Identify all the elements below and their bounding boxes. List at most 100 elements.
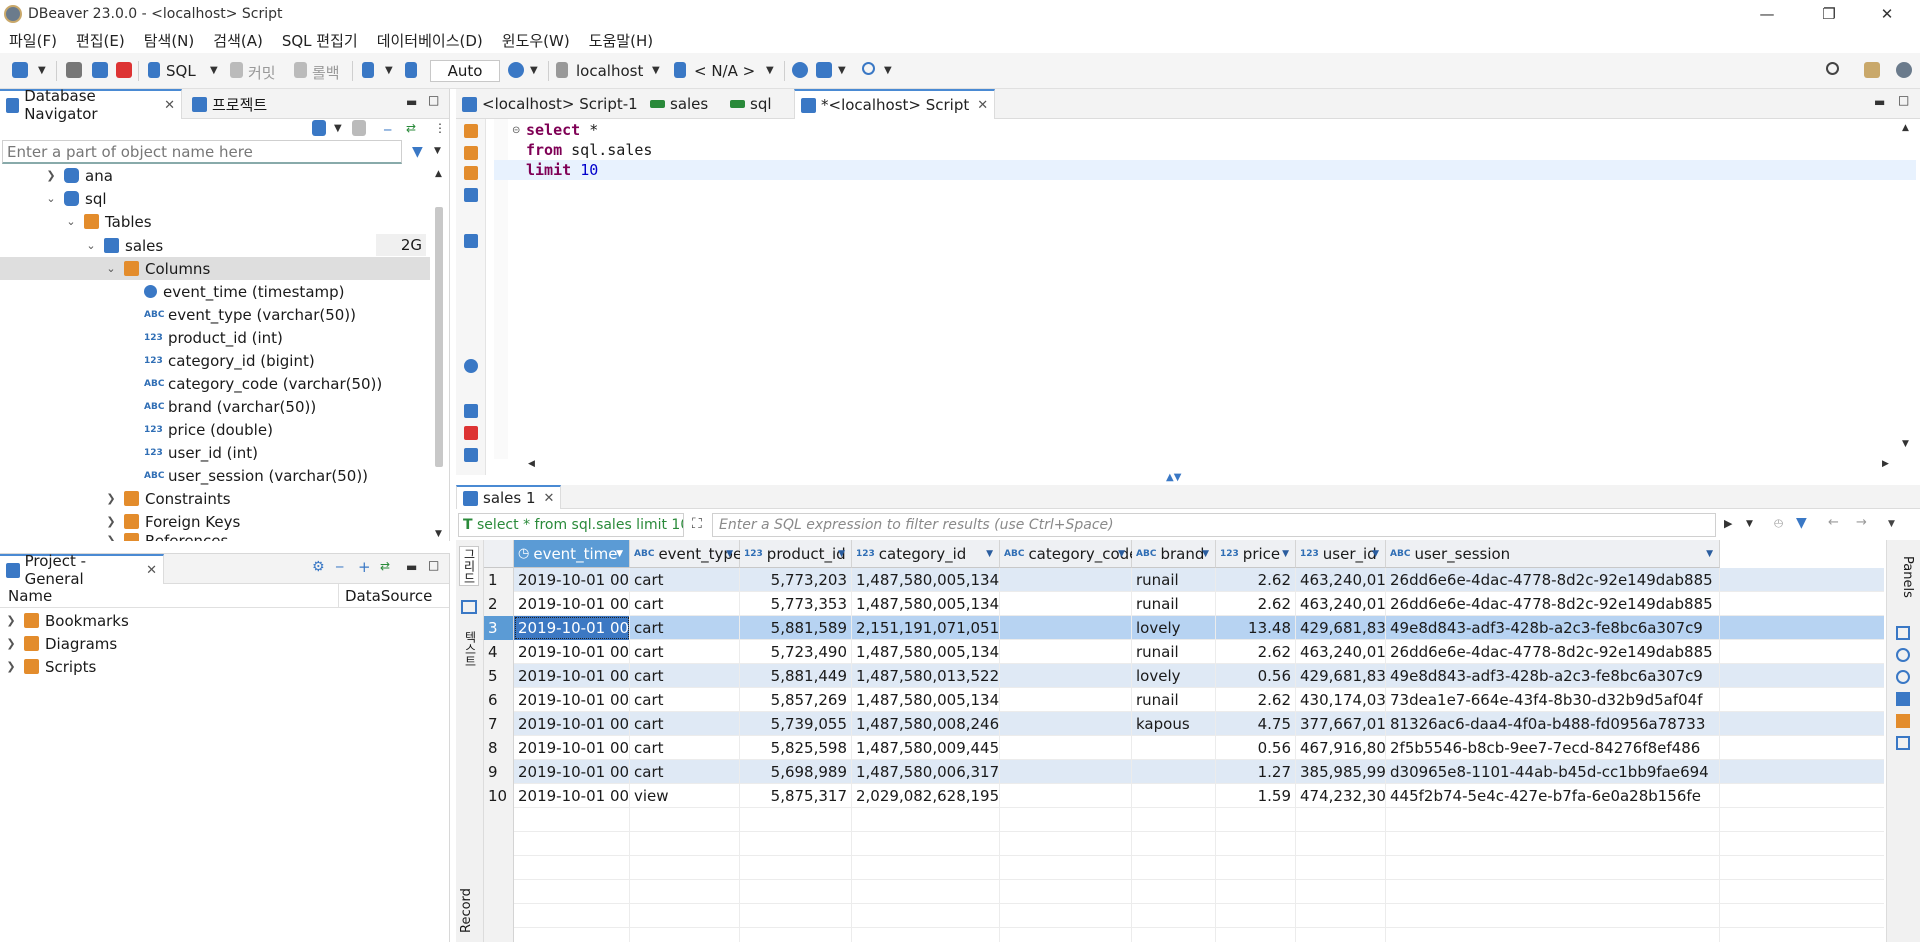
search-icon[interactable] — [862, 62, 875, 75]
tree-item-column[interactable]: ABC user_session (varchar(50)) — [144, 464, 368, 487]
cell-product-id[interactable] — [740, 928, 852, 942]
collapse-all-icon[interactable]: ─ — [384, 123, 391, 137]
scroll-down-icon[interactable]: ▼ — [435, 529, 442, 539]
cell-event-type[interactable] — [630, 856, 740, 880]
menu-database[interactable]: 데이터베이스(D) — [377, 30, 483, 51]
tree-item-column[interactable]: ABC brand (varchar(50)) — [144, 395, 316, 418]
maximize-panel-icon[interactable]: □ — [428, 93, 439, 107]
new-connection-icon[interactable] — [312, 120, 326, 136]
cell-category-id[interactable] — [852, 928, 1000, 942]
view-menu-icon[interactable]: ⋮ — [434, 121, 446, 135]
cell-user-session[interactable]: 81326ac6-daa4-4f0a-b488-fd0956a78733 — [1386, 712, 1720, 736]
cell-category-id[interactable]: 1,487,580,006,317,032,337 — [852, 760, 1000, 784]
cell-category-id[interactable] — [852, 808, 1000, 832]
cell-event-type[interactable]: cart — [630, 760, 740, 784]
cell-product-id[interactable]: 5,773,353 — [740, 592, 852, 616]
open-perspective-icon[interactable] — [1864, 62, 1880, 78]
tree-item-tables[interactable]: ⌄ Tables — [64, 210, 151, 233]
tab-results-sales-1[interactable]: sales 1 ✕ — [456, 485, 562, 509]
cell-category-id[interactable]: 2,151,191,071,051,219,817 — [852, 616, 1000, 640]
row-number[interactable]: 1 — [484, 568, 514, 592]
cell-price[interactable]: 2.62 — [1216, 592, 1296, 616]
global-search-icon[interactable] — [1826, 62, 1839, 75]
cell-brand[interactable] — [1132, 736, 1216, 760]
cell-category-code[interactable] — [1000, 640, 1132, 664]
row-number[interactable]: 7 — [484, 712, 514, 736]
text-view-button[interactable]: 텍스트 — [459, 624, 479, 674]
tree-item-columns[interactable]: ⌄ Columns — [104, 257, 210, 280]
tree-item-column[interactable]: 123 user_id (int) — [144, 441, 258, 464]
filter-expression-input[interactable]: Enter a SQL expression to filter results… — [712, 513, 1716, 537]
cell-price[interactable] — [1216, 880, 1296, 904]
sort-icon[interactable]: ▼ — [1202, 549, 1209, 559]
menu-search[interactable]: 검색(A) — [213, 30, 263, 51]
expand-icon[interactable]: ❯ — [104, 534, 118, 541]
cell-user-id[interactable]: 474,232,307 — [1296, 784, 1386, 808]
cell-event-type[interactable] — [630, 928, 740, 942]
cell-product-id[interactable]: 5,857,269 — [740, 688, 852, 712]
column-header-user-session[interactable]: ABC user_session ▼ — [1386, 540, 1720, 568]
expand-icon[interactable]: ❯ — [4, 660, 18, 673]
cell-product-id[interactable] — [740, 904, 852, 928]
column-header-user-id[interactable]: 123 user_id ▼ — [1296, 540, 1386, 568]
tree-item-foreign-keys[interactable]: ❯ Foreign Keys — [104, 510, 240, 533]
cell-user-session[interactable] — [1386, 856, 1720, 880]
value-panel-icon[interactable] — [1896, 692, 1910, 706]
sql-editor[interactable]: ⊝ select * from sql.sales limit 10 ▲ ▼ ◀… — [456, 119, 1920, 475]
cell-brand[interactable] — [1132, 784, 1216, 808]
column-header-name[interactable]: Name — [8, 587, 52, 605]
cell-event-time[interactable] — [514, 904, 630, 928]
cell-category-code[interactable] — [1000, 712, 1132, 736]
tree-item-bookmarks[interactable]: ❯ Bookmarks — [4, 609, 128, 632]
cell-product-id[interactable] — [740, 808, 852, 832]
cell-user-session[interactable]: 49e8d843-adf3-428b-a2c3-fe8bc6a307c9 — [1386, 664, 1720, 688]
execute-script-icon[interactable] — [464, 166, 478, 180]
export-icon[interactable] — [464, 404, 478, 418]
cell-event-type[interactable]: cart — [630, 712, 740, 736]
menu-navigate[interactable]: 탐색(N) — [144, 30, 195, 51]
splitter-toggle-icon[interactable]: ▲▼ — [1166, 472, 1181, 483]
cell-category-id[interactable]: 1,487,580,008,246,412,266 — [852, 712, 1000, 736]
cell-price[interactable]: 0.56 — [1216, 664, 1296, 688]
cell-category-id[interactable] — [852, 880, 1000, 904]
cell-product-id[interactable]: 5,825,598 — [740, 736, 852, 760]
expand-icon[interactable]: ❯ — [104, 515, 118, 528]
cell-event-type[interactable]: view — [630, 784, 740, 808]
tab-sales[interactable]: sales — [650, 89, 708, 119]
collapse-icon[interactable]: ⌄ — [64, 215, 78, 228]
cell-price[interactable]: 2.62 — [1216, 568, 1296, 592]
scroll-right-icon[interactable]: ▶ — [1882, 459, 1889, 469]
cell-category-id[interactable]: 1,487,580,013,522,845,895 — [852, 664, 1000, 688]
row-number[interactable]: 3 — [484, 616, 514, 640]
sort-icon[interactable]: ▼ — [1372, 549, 1379, 559]
cell-event-time[interactable] — [514, 856, 630, 880]
navigator-filter-input[interactable]: Enter a part of object name here — [2, 140, 402, 164]
apply-filter-icon[interactable]: ▶ — [1724, 517, 1732, 530]
invalidate-icon[interactable] — [92, 62, 108, 78]
navigator-scrollbar[interactable] — [435, 207, 443, 467]
cell-user-session[interactable] — [1386, 832, 1720, 856]
cell-price[interactable]: 1.27 — [1216, 760, 1296, 784]
execute-statement-icon[interactable] — [464, 124, 478, 138]
cell-user-session[interactable]: 26dd6e6e-4dac-4778-8d2c-92e149dab885 — [1386, 568, 1720, 592]
clear-filter-icon[interactable]: ⦺ — [1774, 515, 1783, 531]
cell-category-code[interactable] — [1000, 856, 1132, 880]
cell-product-id[interactable]: 5,723,490 — [740, 640, 852, 664]
scroll-left-icon[interactable]: ◀ — [528, 459, 535, 469]
tab-database-navigator[interactable]: Database Navigator ✕ — [0, 87, 182, 123]
cell-user-session[interactable]: 445f2b74-5e4c-427e-b7fa-6e0a28b156fe — [1386, 784, 1720, 808]
cell-brand[interactable] — [1132, 928, 1216, 942]
cell-category-id[interactable] — [852, 904, 1000, 928]
tab-script-active[interactable]: *<localhost> Script ✕ — [794, 89, 996, 119]
cell-event-time[interactable] — [514, 832, 630, 856]
cell-product-id[interactable]: 5,875,317 — [740, 784, 852, 808]
dbeaver-perspective-icon[interactable] — [1896, 62, 1912, 78]
menu-sql-editor[interactable]: SQL 편집기 — [282, 30, 358, 51]
cell-category-code[interactable] — [1000, 664, 1132, 688]
grid-view-button[interactable]: 그리드 — [459, 546, 479, 586]
execute-in-new-tab-icon[interactable] — [464, 146, 478, 160]
cell-category-code[interactable] — [1000, 880, 1132, 904]
column-header-event-type[interactable]: ABC event_type ▼ — [630, 540, 742, 568]
cell-event-time[interactable] — [514, 880, 630, 904]
chevron-down-icon[interactable]: ▼ — [884, 65, 892, 76]
